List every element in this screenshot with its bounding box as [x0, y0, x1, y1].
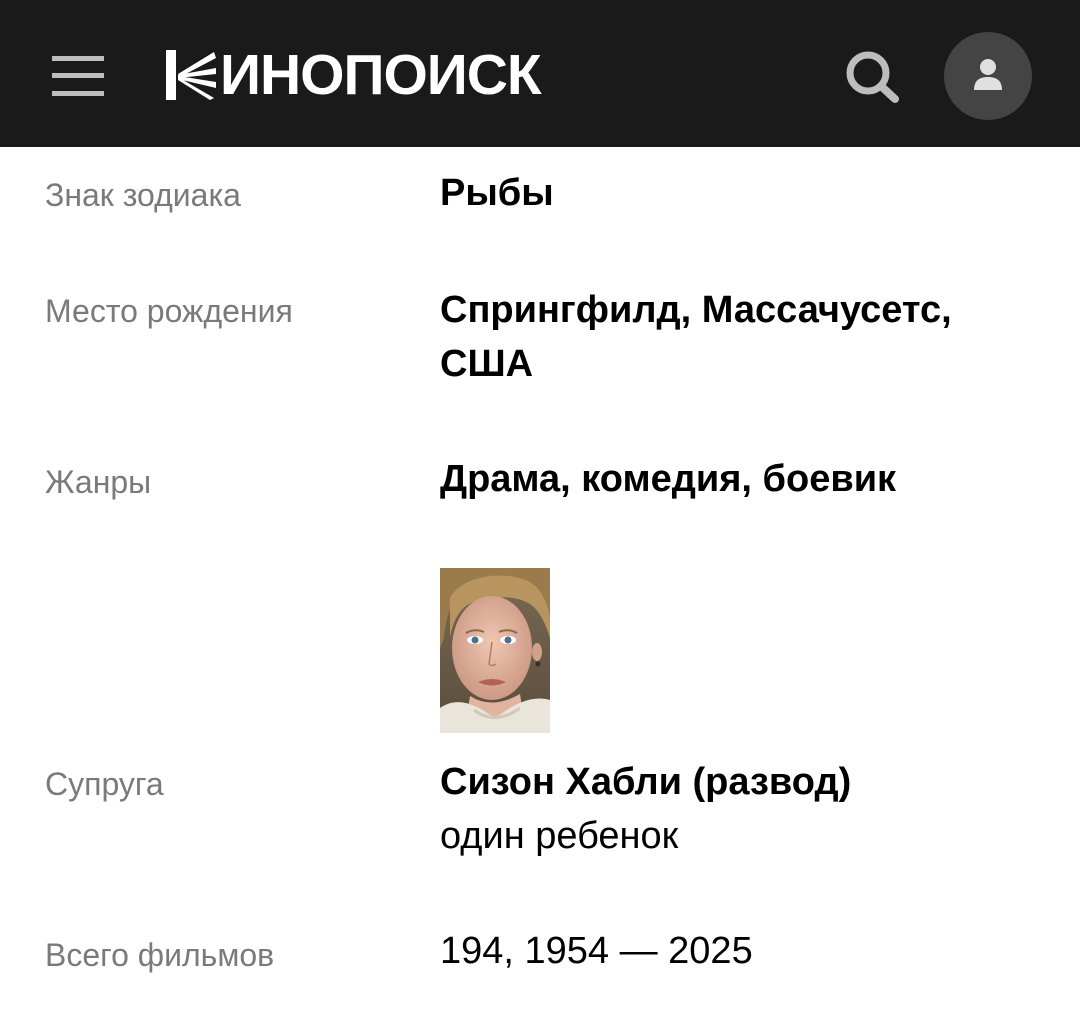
birthplace-label: Место рождения: [45, 293, 293, 329]
menu-icon: [52, 56, 104, 96]
logo-sunburst-icon: [166, 50, 216, 100]
zodiac-value: Рыбы: [440, 172, 554, 214]
page: ИНОПОИСК Знак зодиака Рыбы Место рождени…: [0, 0, 1080, 1022]
spouse-children: один ребенок: [440, 815, 679, 857]
menu-button[interactable]: [52, 56, 104, 96]
top-header: ИНОПОИСК: [0, 0, 1080, 147]
films-label: Всего фильмов: [45, 937, 275, 973]
zodiac-label: Знак зодиака: [45, 177, 241, 213]
genres-value: Драма, комедия, боевик: [440, 458, 897, 500]
logo-text: ИНОПОИСК: [220, 43, 542, 107]
profile-button[interactable]: [944, 32, 1032, 120]
search-button[interactable]: [840, 48, 902, 104]
spouse-label: Супруга: [45, 766, 164, 802]
spouse-photo[interactable]: [440, 568, 550, 733]
birthplace-value-line2[interactable]: США: [440, 337, 533, 391]
films-value[interactable]: 194, 1954 — 2025: [440, 924, 753, 978]
spouse-name[interactable]: Сизон Хабли (развод): [440, 755, 851, 809]
spouse-portrait-image: [440, 568, 550, 733]
search-icon: [846, 51, 899, 103]
profile-icon: [974, 59, 1002, 90]
birthplace-value-line1[interactable]: Спрингфилд, Массачусетс,: [440, 283, 952, 337]
kinopoisk-logo[interactable]: ИНОПОИСК: [166, 43, 542, 107]
genres-label: Жанры: [45, 464, 152, 500]
